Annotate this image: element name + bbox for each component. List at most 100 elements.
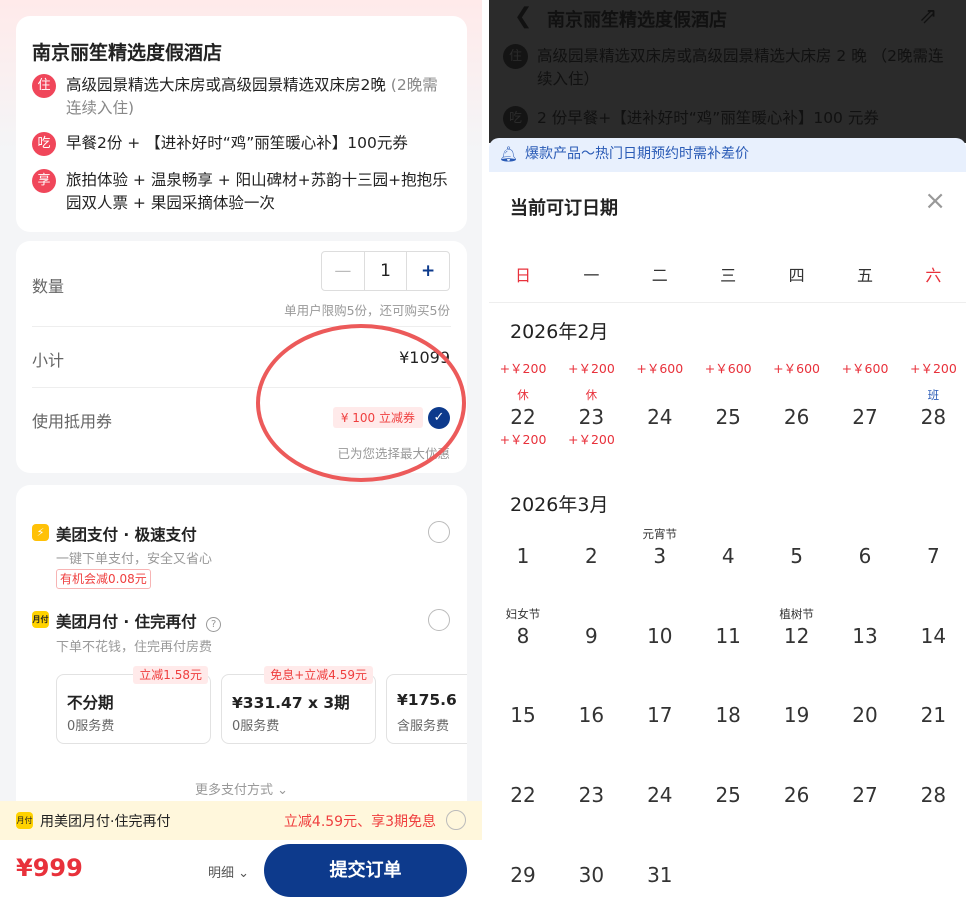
date-cell[interactable]: 24 [626, 743, 694, 823]
date-cell[interactable]: 31 [626, 823, 694, 900]
date-cell[interactable]: 29 [489, 823, 557, 900]
date-cell[interactable]: 7 [899, 504, 966, 584]
date-cell[interactable]: 11 [694, 584, 762, 664]
date-number: 17 [647, 703, 673, 727]
annotation-overlay [256, 324, 466, 482]
weekday-label: 一 [583, 266, 600, 285]
date-cell[interactable]: 18 [694, 663, 762, 743]
date-cell[interactable]: 15 [489, 663, 557, 743]
date-number: 26 [783, 783, 810, 807]
date-cell[interactable]: 21 [899, 663, 966, 743]
date-surcharge: +￥200 [909, 361, 957, 376]
date-cell[interactable]: 26 +￥600 [763, 361, 831, 445]
share-icon[interactable]: ⇗ [919, 4, 937, 29]
date-cell[interactable]: 6 [831, 504, 899, 584]
date-cell[interactable]: 28 [899, 743, 966, 823]
back-arrow-icon[interactable]: ❮ [514, 4, 532, 29]
date-cell[interactable]: 23 休 +￥200 +￥200 [557, 361, 625, 447]
date-cell[interactable]: 4 [694, 504, 762, 584]
date-number: 5 [790, 544, 803, 568]
date-number: 11 [715, 624, 741, 648]
date-number: 27 [852, 405, 878, 429]
date-cell[interactable]: 25 +￥600 [694, 361, 762, 445]
separator [482, 0, 489, 900]
red-circle-annotation [256, 324, 466, 482]
date-cell[interactable]: 14 [899, 584, 966, 664]
date-cell[interactable]: 22 [489, 743, 557, 823]
date-number: 1 [516, 544, 530, 568]
date-number: 27 [852, 783, 878, 807]
date-tag: 休 [517, 388, 529, 402]
date-number: 10 [647, 624, 673, 648]
divider [489, 302, 966, 303]
date-cell[interactable]: 10 [626, 584, 694, 664]
date-number: 29 [510, 863, 536, 887]
date-number: 3 [653, 544, 667, 568]
date-cell[interactable]: 8 妇女节 [489, 584, 557, 664]
date-cell[interactable]: 12 植树节 [763, 584, 831, 664]
date-cell[interactable]: 25 [694, 743, 762, 823]
stay-icon-dimmed: 住 [503, 44, 528, 69]
date-cell[interactable]: 30 [557, 823, 625, 900]
date-cell[interactable]: 2 [557, 504, 625, 584]
date-cell[interactable]: 1 [489, 504, 557, 584]
date-cell[interactable]: 5 [763, 504, 831, 584]
room-text-dimmed: 高级园景精选双床房或高级园景精选大床房 2 晚 （2晚需连续入住） [537, 47, 944, 88]
date-surcharge: +￥600 [704, 361, 752, 376]
date-number: 19 [783, 703, 810, 727]
date-cell[interactable]: 17 [626, 663, 694, 743]
meal-text-dimmed: 2 份早餐+【进补好时“鸡”丽笙暖心补】100 元券 [537, 109, 879, 127]
date-surcharge: +￥600 [636, 361, 684, 376]
date-tag: 班 [927, 388, 940, 402]
date-cell[interactable]: 23 [557, 743, 625, 823]
date-number: 13 [852, 624, 878, 648]
date-surcharge: +￥200 [499, 361, 547, 376]
date-number: 15 [510, 703, 536, 727]
date-cell[interactable]: 26 [763, 743, 831, 823]
meal-icon-dimmed: 吃 [503, 106, 528, 131]
notice-banner: 🔔︎ 爆款产品～热门日期预约时需补差价 [489, 138, 966, 172]
date-cell[interactable]: 22 休 +￥200 +￥200 [489, 361, 557, 447]
date-cell[interactable]: 3 元宵节 [626, 504, 694, 584]
date-number: 22 [510, 405, 536, 429]
date-picker-sheet: 当前可订日期 × 日一二三四五六 2026年2月 22 休 +￥200 +￥200 23… [489, 172, 966, 900]
date-cell[interactable]: 27 [831, 743, 899, 823]
date-surcharge: +￥600 [841, 361, 889, 376]
date-tag: 休 [585, 388, 598, 402]
date-number: 25 [715, 783, 741, 807]
date-cell[interactable]: 28 班 +￥200 [899, 361, 966, 445]
date-number: 23 [578, 783, 605, 807]
date-number: 4 [721, 544, 735, 568]
date-number: 28 [920, 405, 947, 429]
weekday-label: 五 [856, 266, 873, 285]
date-number: 21 [920, 703, 947, 727]
date-cell[interactable]: 20 [831, 663, 899, 743]
date-number: 14 [920, 624, 947, 648]
date-cell[interactable]: 19 [763, 663, 831, 743]
notice-text: 爆款产品～热门日期预约时需补差价 [525, 146, 749, 162]
date-surcharge: +￥600 [773, 361, 821, 376]
date-cell[interactable]: 16 [557, 663, 625, 743]
date-number: 6 [858, 544, 872, 568]
weekday-label: 三 [720, 266, 737, 285]
date-number: 31 [647, 863, 673, 887]
date-tag: 元宵节 [642, 527, 678, 541]
date-number: 20 [852, 703, 878, 727]
close-icon[interactable]: × [924, 186, 946, 216]
date-cell[interactable]: 27 +￥600 [831, 361, 899, 445]
hotel-name-dimmed: 南京丽笙精选度假酒店 [547, 10, 727, 31]
date-number: 23 [578, 405, 605, 429]
date-number: 2 [585, 544, 598, 568]
date-cell[interactable]: 13 [831, 584, 899, 664]
weekday-label: 日 [514, 266, 531, 285]
date-surcharge-secondary: +￥200 [567, 432, 615, 447]
bell-icon: 🔔︎ [499, 145, 519, 163]
date-tag: 植树节 [779, 607, 814, 621]
date-cell[interactable]: 9 [557, 584, 625, 664]
weekday-label: 六 [925, 266, 942, 285]
date-number: 8 [516, 624, 530, 648]
date-surcharge: +￥200 [567, 361, 615, 376]
date-cell[interactable]: 24 +￥600 [626, 361, 694, 445]
date-number: 26 [783, 405, 810, 429]
date-number: 7 [927, 544, 940, 568]
